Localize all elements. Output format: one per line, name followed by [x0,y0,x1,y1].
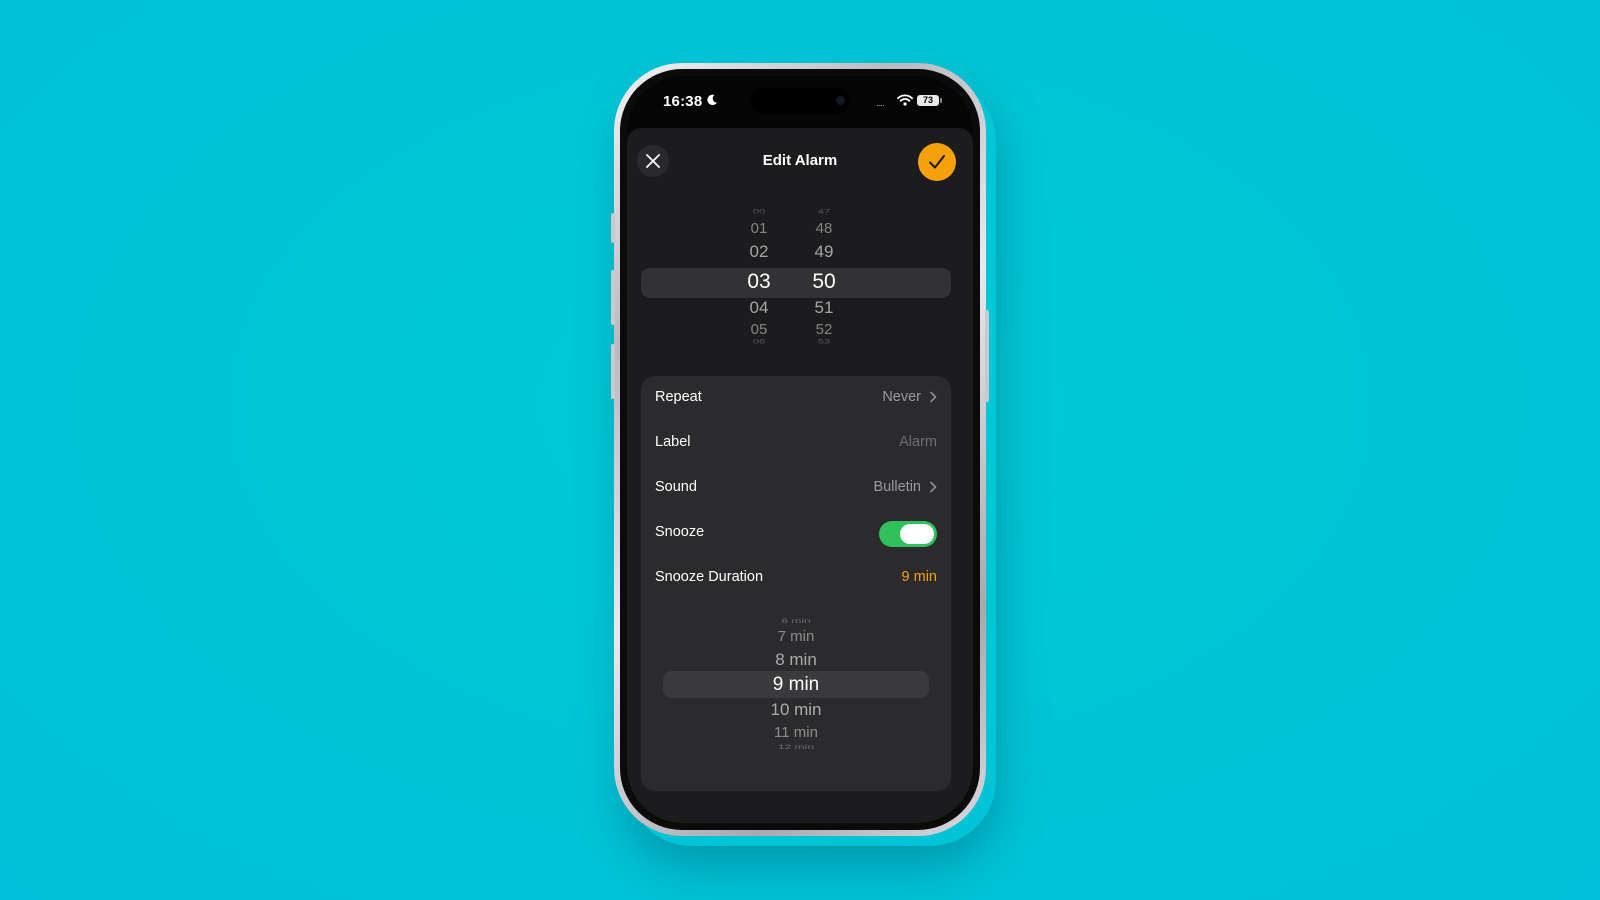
snooze-row: Snooze [641,511,951,556]
save-button[interactable] [918,143,956,181]
checkmark-icon [929,155,945,169]
alarm-settings-card: Repeat Never Label Alarm Sound Bulletin … [641,376,951,791]
duration-option: 7 min [777,628,815,645]
duration-option: 12 min [777,743,815,751]
battery-tip [940,98,942,103]
snooze-label: Snooze [655,524,705,540]
chevron-right-icon [930,481,937,493]
repeat-value: Never [882,389,921,405]
hour-option: 00 [752,208,766,216]
status-bar: 16:38 .... 73 [627,76,973,126]
snooze-toggle[interactable] [879,521,937,547]
hour-option: 05 [750,321,768,338]
hour-option: 06 [752,338,766,346]
status-time: 16:38 [663,93,703,110]
sound-row[interactable]: Sound Bulletin [641,466,951,511]
chevron-right-icon [930,391,937,403]
edit-alarm-sheet: Edit Alarm 00 01 02 03 04 05 06 47 48 49… [627,128,973,823]
minute-option: 53 [817,338,831,346]
repeat-row[interactable]: Repeat Never [641,376,951,421]
action-button [611,213,615,243]
cellular-signal: .... [876,98,885,108]
moon-icon [707,94,717,106]
hour-option: 01 [750,220,768,237]
minute-option: 51 [814,298,834,317]
front-camera [836,96,845,105]
sound-value: Bulletin [873,479,921,495]
minute-option: 48 [815,220,833,237]
hour-selected: 03 [747,270,771,293]
dynamic-island [751,88,849,114]
wifi-icon [897,94,913,106]
power-button [985,310,989,402]
hour-option: 02 [749,242,769,261]
hour-option: 04 [749,298,769,317]
minute-option: 47 [817,208,831,216]
minute-selected: 50 [812,270,836,293]
duration-option: 6 min [781,617,811,625]
snooze-duration-row[interactable]: Snooze Duration 9 min [641,556,951,601]
snooze-duration-label: Snooze Duration [655,569,764,585]
repeat-label: Repeat [655,389,702,405]
duration-option: 11 min [774,724,818,741]
toggle-knob [900,524,934,544]
minute-option: 49 [814,242,834,261]
label-row[interactable]: Label Alarm [641,421,951,466]
phone-screen: 16:38 .... 73 Edit Alarm 00 01 02 03 04 … [627,76,973,823]
duration-option: 10 min [770,700,822,719]
label-field[interactable]: Alarm [899,434,937,450]
label-label: Label [655,434,691,450]
minute-option: 52 [815,321,833,338]
sound-label: Sound [655,479,697,495]
duration-option: 8 min [775,650,817,669]
snooze-duration-value: 9 min [901,569,937,585]
duration-selected: 9 min [772,674,820,695]
volume-down-button [611,344,615,399]
battery-icon: 73 [917,95,939,106]
volume-up-button [611,270,615,325]
